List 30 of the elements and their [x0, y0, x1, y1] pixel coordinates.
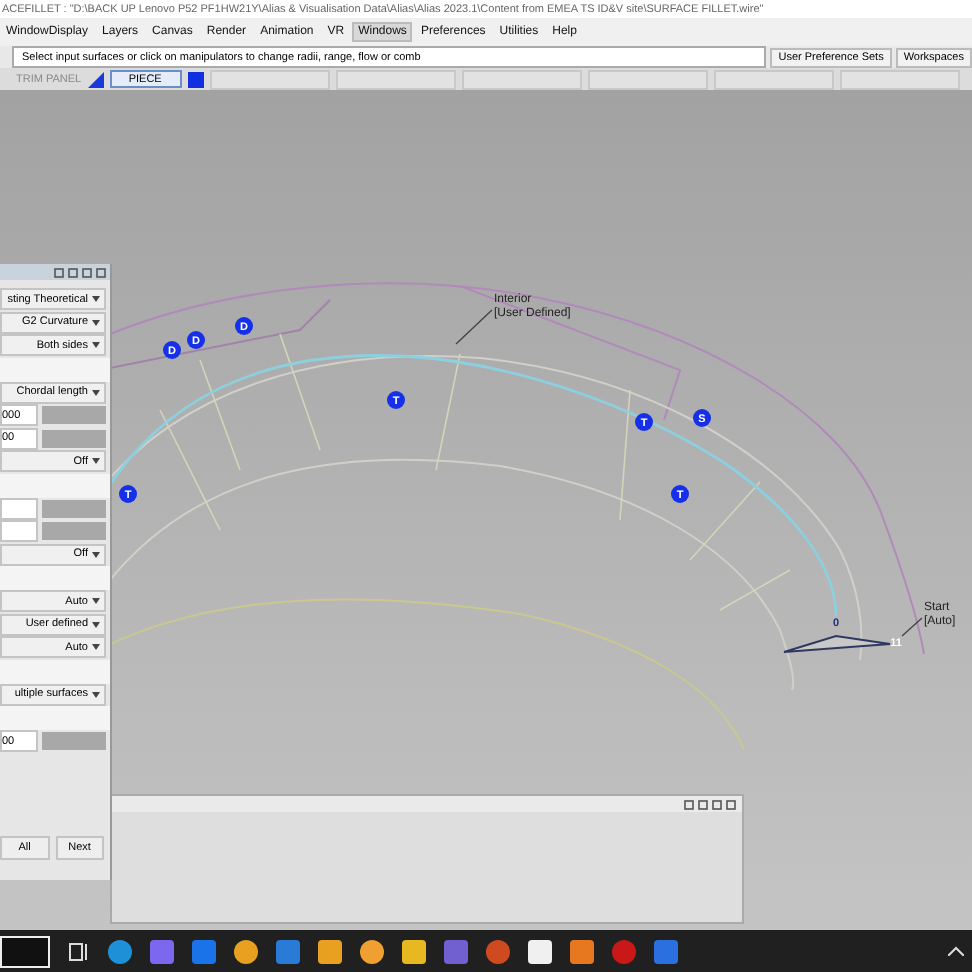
app-icon[interactable]: [316, 937, 344, 965]
disabled-value-area: [42, 429, 106, 448]
caret-icon: [92, 598, 100, 605]
disabled-value-area: [42, 522, 106, 541]
triangle-icon[interactable]: [87, 71, 104, 87]
app-icon[interactable]: [232, 937, 260, 965]
disabled-value-area: [42, 732, 106, 751]
caret-icon: [92, 319, 100, 326]
leader-line: [901, 617, 923, 637]
value-field[interactable]: [0, 520, 38, 543]
app-icon[interactable]: [358, 937, 386, 965]
caret-icon: [92, 389, 100, 396]
chevron-icon[interactable]: [948, 946, 964, 956]
square-icon[interactable]: [187, 71, 204, 87]
value-field[interactable]: [0, 497, 38, 520]
caret-icon: [92, 644, 100, 651]
caret-icon: [92, 458, 100, 465]
caret-icon: [92, 342, 100, 349]
disabled-value-area: [42, 499, 106, 518]
caret-icon: [92, 296, 100, 303]
start-manipulator: [783, 634, 891, 653]
app-icon[interactable]: [400, 937, 428, 965]
leader-line: [455, 309, 493, 345]
task-view-icon[interactable]: [64, 937, 92, 965]
caret-icon: [92, 691, 100, 698]
caret-icon: [92, 551, 100, 558]
app-icon[interactable]: [526, 937, 554, 965]
caret-icon: [92, 621, 100, 628]
search-box[interactable]: [0, 935, 50, 967]
disabled-value-area: [42, 406, 106, 425]
